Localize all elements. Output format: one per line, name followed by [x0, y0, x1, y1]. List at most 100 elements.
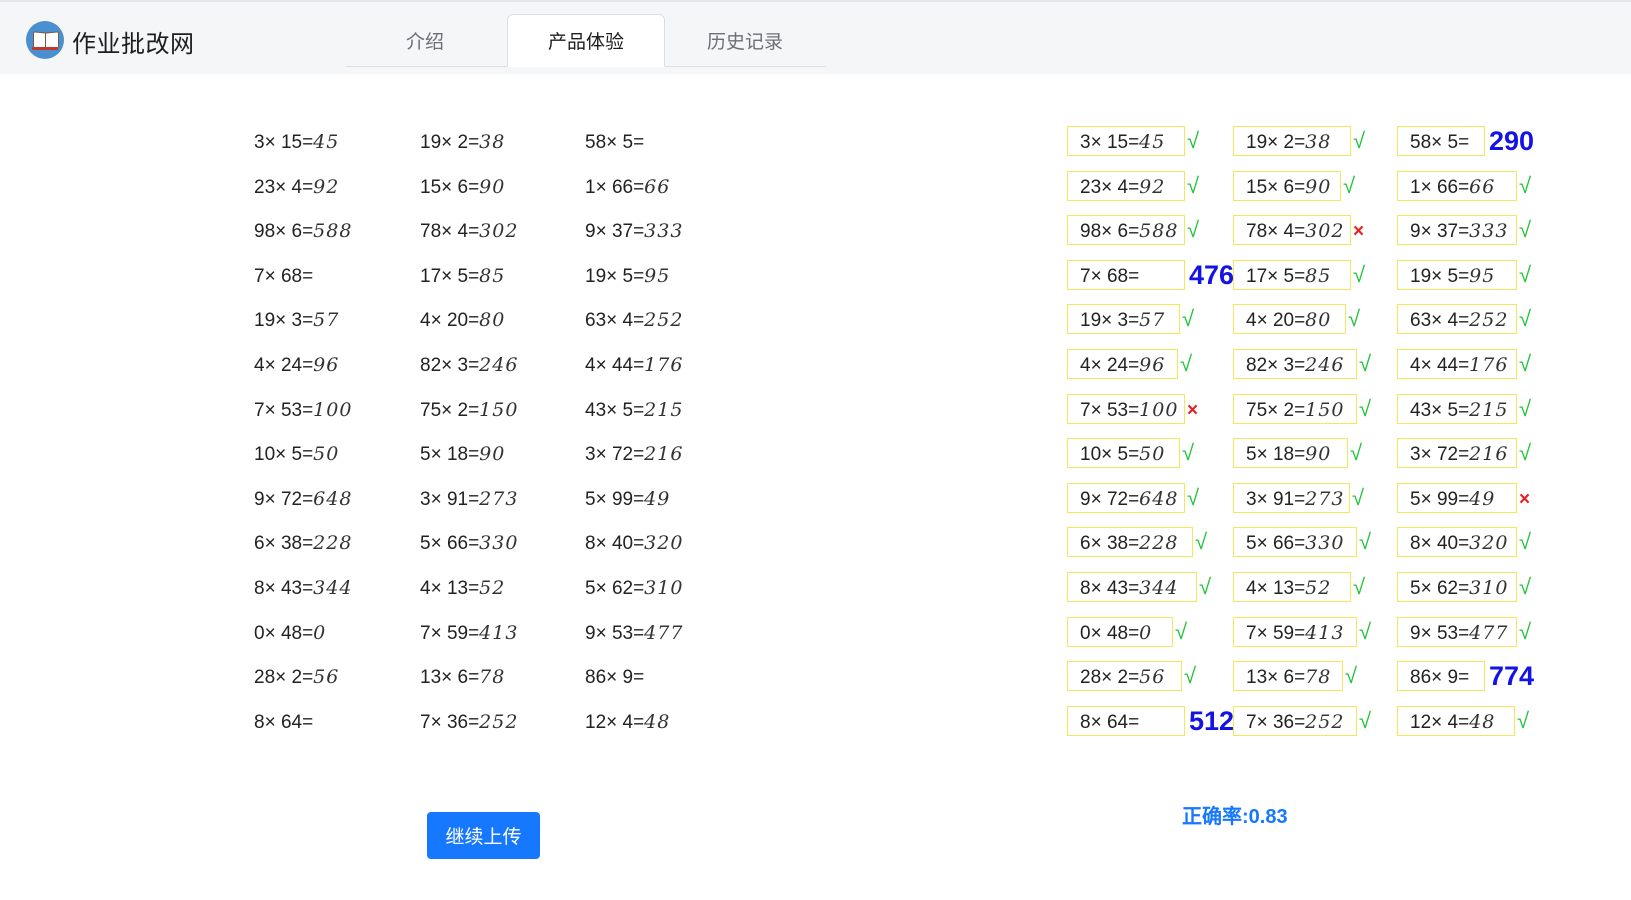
graded-problem-box: 8× 40=320 [1397, 527, 1517, 557]
handwritten-answer: 38 [1305, 131, 1332, 153]
graded-problem-box: 5× 18=90 [1233, 438, 1348, 468]
problem-expression: 3× 72= [585, 444, 645, 465]
problem-expression: 17× 5= [1246, 266, 1306, 287]
problem-expression: 86× 9= [1410, 667, 1470, 688]
problem-expression: 4× 44= [1410, 355, 1470, 376]
check-mark-icon: √ [1359, 396, 1372, 421]
handwritten-answer: 330 [479, 532, 519, 554]
correct-answer-fill: 290 [1489, 126, 1535, 156]
problem-expression: 7× 68= [254, 266, 314, 287]
continue-upload-button[interactable]: 继续上传 [427, 812, 540, 859]
handwritten-answer: 588 [313, 220, 353, 242]
worksheet-problem: 7× 53=100 [254, 394, 352, 426]
problem-expression: 19× 5= [585, 266, 645, 287]
worksheet-problem: 78× 4=302 [420, 215, 518, 247]
worksheet-problem: 28× 2=56 [254, 661, 339, 693]
problem-expression: 1× 66= [585, 177, 645, 198]
graded-problem-box: 7× 36=252 [1233, 706, 1357, 736]
worksheet-problem: 7× 68= [254, 260, 313, 292]
problem-expression: 8× 40= [1410, 533, 1470, 554]
worksheet-problem: 5× 99=49 [585, 483, 670, 515]
tab-intro[interactable]: 介绍 [346, 14, 504, 66]
handwritten-answer: 252 [479, 711, 519, 733]
problem-expression: 9× 53= [585, 623, 645, 644]
graded-problem-box: 5× 66=330 [1233, 527, 1357, 557]
problem-expression: 5× 99= [1410, 489, 1470, 510]
problem-expression: 8× 64= [1080, 712, 1140, 733]
worksheet-problem: 1× 66=66 [585, 171, 670, 203]
check-mark-icon: √ [1187, 485, 1200, 510]
problem-expression: 58× 5= [1410, 132, 1470, 153]
graded-problem-box: 23× 4=92 [1067, 171, 1185, 201]
check-mark-icon: √ [1519, 262, 1532, 287]
handwritten-answer: 96 [313, 354, 340, 376]
tab-history[interactable]: 历史记录 [666, 14, 824, 66]
handwritten-answer: 92 [313, 176, 340, 198]
handwritten-answer: 66 [1469, 176, 1496, 198]
graded-problem-box: 15× 6=90 [1233, 171, 1341, 201]
site-title: 作业批改网 [72, 31, 195, 58]
check-mark-icon: √ [1350, 440, 1363, 465]
check-mark-icon: √ [1353, 128, 1366, 153]
problem-expression: 9× 37= [1410, 221, 1470, 242]
problem-expression: 6× 38= [1080, 533, 1140, 554]
open-book-icon [26, 21, 64, 59]
problem-expression: 10× 5= [1080, 444, 1140, 465]
handwritten-answer: 320 [1469, 532, 1509, 554]
handwritten-answer: 333 [1469, 220, 1509, 242]
handwritten-answer: 50 [313, 443, 340, 465]
handwritten-answer: 57 [1139, 309, 1166, 331]
check-mark-icon: √ [1519, 217, 1532, 242]
problem-expression: 63× 4= [1410, 310, 1470, 331]
worksheet-problem: 8× 43=344 [254, 572, 352, 604]
cross-mark-icon: × [1519, 489, 1531, 510]
problem-expression: 6× 38= [254, 533, 314, 554]
check-mark-icon: √ [1519, 619, 1532, 644]
handwritten-answer: 477 [1469, 622, 1509, 644]
worksheet-problem: 4× 20=80 [420, 304, 505, 336]
check-mark-icon: √ [1345, 663, 1358, 688]
handwritten-answer: 310 [1469, 577, 1509, 599]
handwritten-answer: 273 [479, 488, 519, 510]
handwritten-answer: 48 [644, 711, 671, 733]
graded-problem-box: 3× 15=45 [1067, 126, 1185, 156]
problem-expression: 43× 5= [1410, 400, 1470, 421]
graded-problem-box: 86× 9= [1397, 661, 1485, 691]
handwritten-answer: 588 [1139, 220, 1179, 242]
handwritten-answer: 310 [644, 577, 684, 599]
problem-expression: 28× 2= [1080, 667, 1140, 688]
check-mark-icon: √ [1348, 306, 1361, 331]
worksheet-problem: 82× 3=246 [420, 349, 518, 381]
handwritten-answer: 90 [479, 176, 506, 198]
problem-expression: 7× 53= [254, 400, 314, 421]
problem-expression: 15× 6= [420, 177, 480, 198]
problem-expression: 8× 43= [1080, 578, 1140, 599]
top-nav-bar: 作业批改网 介绍 产品体验 历史记录 [0, 0, 1631, 74]
worksheet-problem: 15× 6=90 [420, 171, 505, 203]
graded-problem-box: 7× 53=100 [1067, 394, 1185, 424]
problem-expression: 4× 13= [1246, 578, 1306, 599]
accuracy-rate: 正确率:0.83 [1182, 806, 1288, 828]
handwritten-answer: 216 [1469, 443, 1509, 465]
worksheet-problem: 3× 15=45 [254, 126, 339, 158]
problem-expression: 7× 68= [1080, 266, 1140, 287]
worksheet-problem: 19× 3=57 [254, 304, 339, 336]
handwritten-answer: 85 [1305, 265, 1332, 287]
worksheet-problem: 7× 59=413 [420, 617, 518, 649]
check-mark-icon: √ [1519, 351, 1532, 376]
tab-product-trial[interactable]: 产品体验 [507, 14, 665, 67]
check-mark-icon: √ [1184, 663, 1197, 688]
handwritten-answer: 252 [1469, 309, 1509, 331]
worksheet-problem: 9× 37=333 [585, 215, 683, 247]
graded-problem-box: 5× 62=310 [1397, 572, 1517, 602]
graded-problem-box: 82× 3=246 [1233, 349, 1357, 379]
problem-expression: 0× 48= [254, 623, 314, 644]
handwritten-answer: 56 [1139, 666, 1166, 688]
graded-problem-box: 13× 6=78 [1233, 661, 1343, 691]
check-mark-icon: √ [1187, 173, 1200, 198]
check-mark-icon: √ [1519, 306, 1532, 331]
problem-expression: 4× 20= [420, 310, 480, 331]
handwritten-answer: 333 [644, 220, 684, 242]
problem-expression: 9× 72= [1080, 489, 1140, 510]
handwritten-answer: 56 [313, 666, 340, 688]
